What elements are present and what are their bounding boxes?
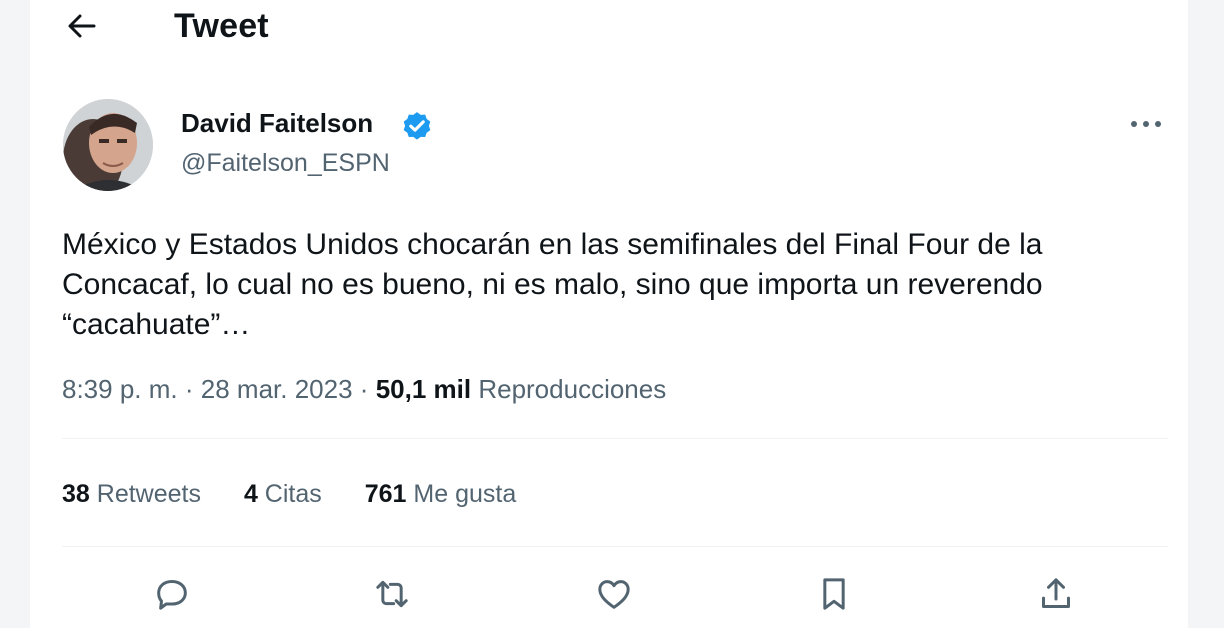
more-icon (1131, 121, 1161, 127)
retweet-button[interactable] (368, 570, 416, 618)
arrow-left-icon (68, 14, 96, 38)
retweet-icon (376, 580, 408, 608)
divider (62, 438, 1168, 439)
meta-separator: · (184, 374, 194, 404)
tweet-date[interactable]: 28 mar. 2023 (201, 374, 353, 404)
reply-button[interactable] (148, 570, 196, 618)
like-icon (598, 580, 630, 609)
author-name[interactable]: David Faitelson (181, 108, 373, 139)
page-header: Tweet (30, 0, 1188, 56)
meta-separator: · (359, 374, 369, 404)
page-title: Tweet (174, 7, 269, 45)
share-icon (1042, 578, 1070, 608)
bookmark-button[interactable] (810, 570, 858, 618)
bookmark-icon (823, 578, 845, 610)
views-label: Reproducciones (478, 374, 667, 404)
divider (62, 546, 1168, 547)
retweets-label: Retweets (96, 480, 201, 508)
tweet-time[interactable]: 8:39 p. m. (62, 374, 178, 404)
likes-label: Me gusta (413, 480, 517, 508)
verified-badge-icon (400, 110, 434, 144)
author-handle[interactable]: @Faitelson_ESPN (181, 149, 390, 178)
share-button[interactable] (1032, 570, 1080, 618)
likes-stat[interactable]: 761 Me gusta (365, 480, 517, 509)
profile-photo (63, 99, 153, 191)
more-options-button[interactable] (1124, 106, 1168, 142)
quotes-stat[interactable]: 4 Citas (244, 480, 322, 509)
tweet-stats: 38 Retweets 4 Citas 761 Me gusta (62, 480, 552, 509)
tweet-text: México y Estados Unidos chocarán en las … (62, 228, 1043, 341)
like-button[interactable] (590, 570, 638, 618)
quotes-count: 4 (243, 480, 258, 508)
avatar[interactable] (63, 99, 153, 191)
back-button[interactable] (62, 6, 102, 46)
likes-count: 761 (364, 480, 407, 508)
retweets-stat[interactable]: 38 Retweets (62, 480, 201, 509)
tweet-meta: 8:39 p. m. · 28 mar. 2023 · 50,1 mil Rep… (62, 374, 666, 405)
reply-icon (157, 580, 187, 610)
retweets-count: 38 (62, 480, 90, 508)
views-count: 50,1 mil (375, 374, 472, 404)
tweet-page: Tweet David Faitelson @Faitelson_ESPN Mé… (30, 0, 1188, 628)
quotes-label: Citas (264, 480, 322, 508)
